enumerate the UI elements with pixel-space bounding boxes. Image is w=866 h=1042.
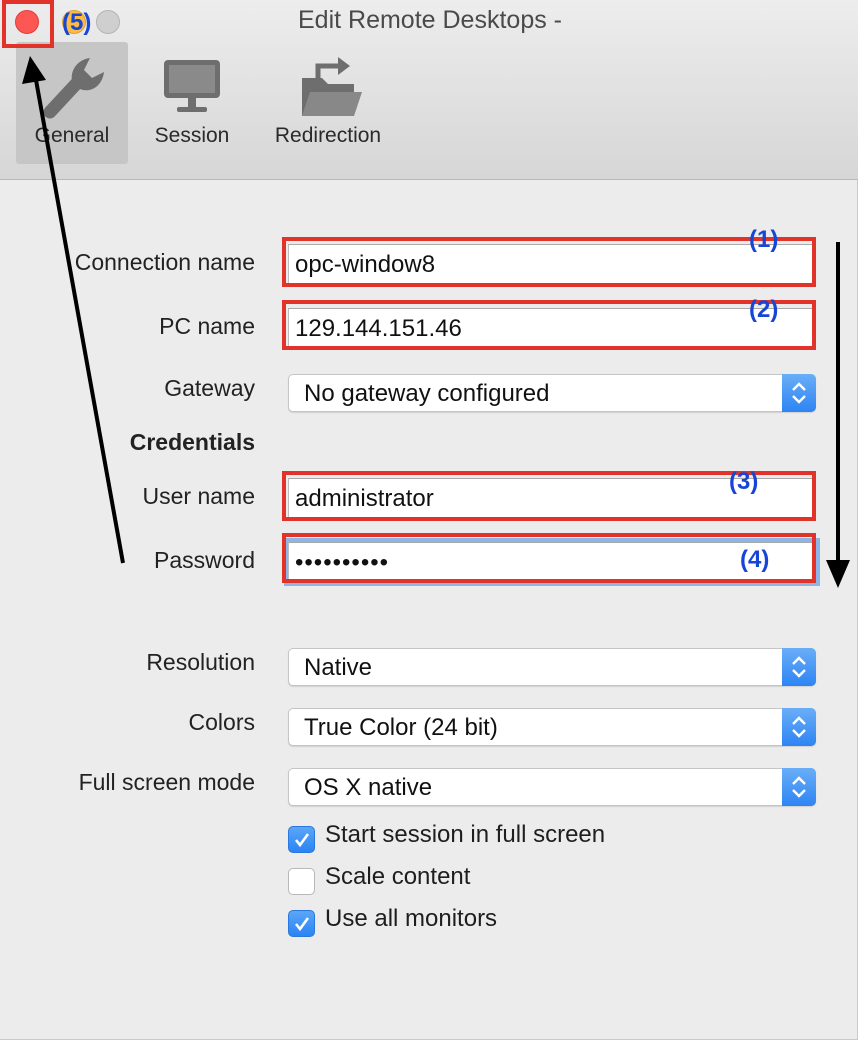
annotation-arrows [22, 56, 850, 588]
down-arrow [826, 242, 850, 588]
up-arrow-to-close [22, 56, 125, 564]
